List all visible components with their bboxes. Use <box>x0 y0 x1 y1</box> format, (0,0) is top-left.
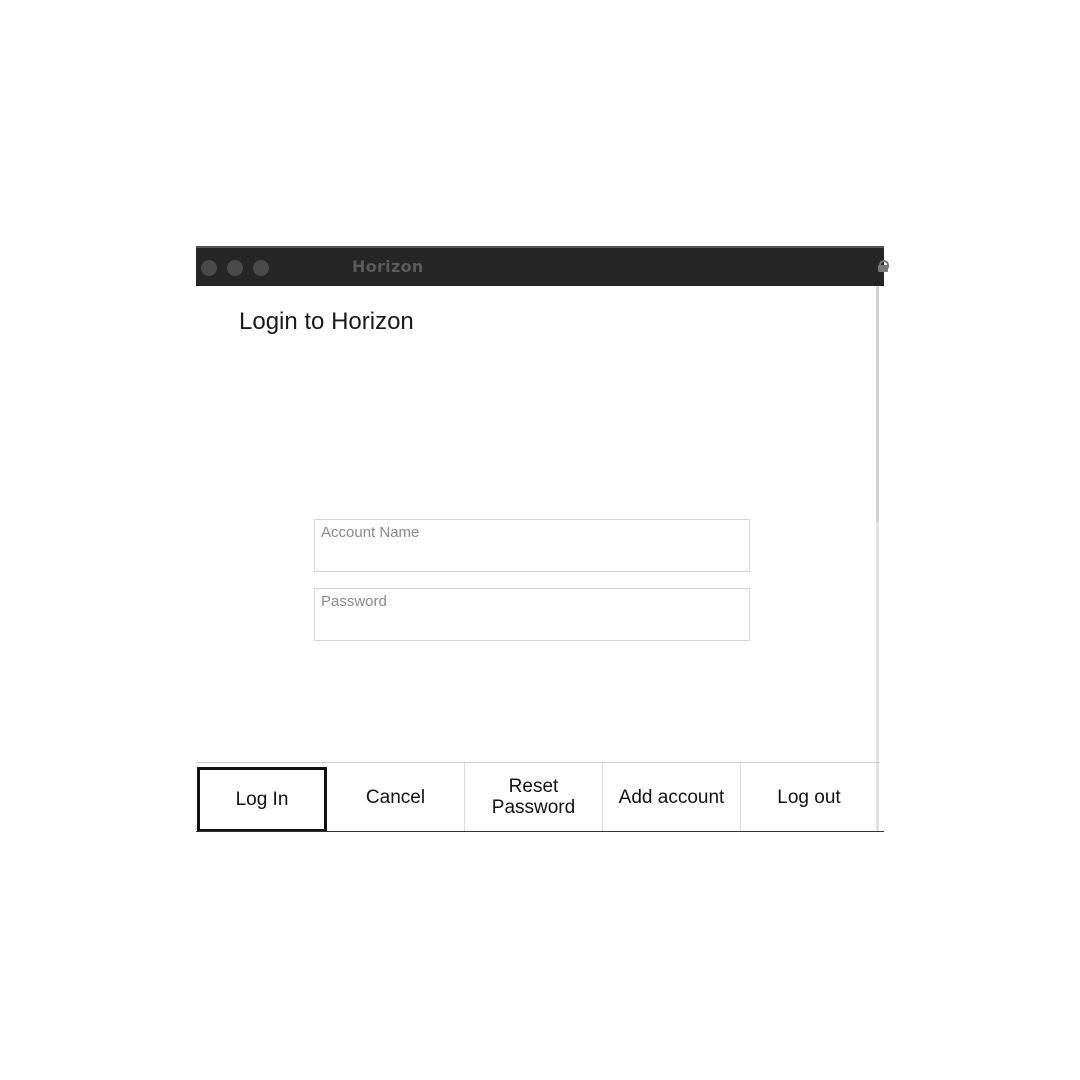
cancel-button[interactable]: Cancel <box>327 763 464 831</box>
lock-icon <box>878 260 889 272</box>
scrollbar[interactable] <box>876 286 879 522</box>
zoom-window-button[interactable] <box>253 260 269 276</box>
login-window: Horizon Login to Horizon Account Name Pa… <box>196 246 889 832</box>
titlebar: Horizon <box>196 246 889 286</box>
close-window-button[interactable] <box>201 260 217 276</box>
password-field[interactable]: Password <box>314 588 750 641</box>
log-out-button[interactable]: Log out <box>741 763 877 831</box>
add-account-button[interactable]: Add account <box>603 763 740 831</box>
button-bar: Log In Cancel Reset Password Add account… <box>196 762 884 832</box>
password-placeholder: Password <box>321 593 387 610</box>
page-title: Login to Horizon <box>239 308 414 335</box>
reset-password-button[interactable]: Reset Password <box>465 763 602 831</box>
divider <box>196 831 884 832</box>
account-name-placeholder: Account Name <box>321 524 420 541</box>
log-in-button[interactable]: Log In <box>197 767 327 832</box>
account-name-field[interactable]: Account Name <box>314 519 750 572</box>
window-title: Horizon <box>352 257 424 276</box>
minimize-window-button[interactable] <box>227 260 243 276</box>
